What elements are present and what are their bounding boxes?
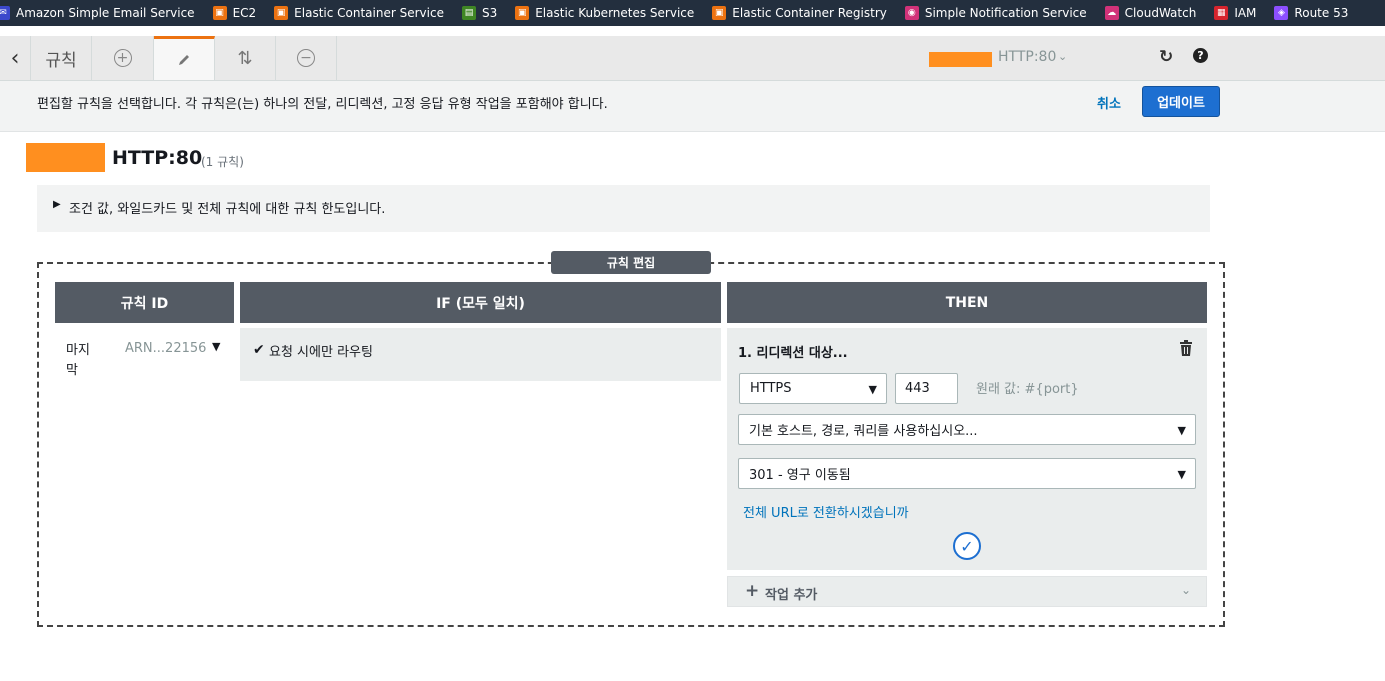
favorite-label: Amazon Simple Email Service: [16, 6, 195, 20]
favorite-cloudwatch[interactable]: ☁ CloudWatch: [1104, 0, 1197, 26]
favorite-label: IAM: [1234, 6, 1257, 20]
favorite-label: Route 53: [1294, 6, 1349, 20]
favorite-label: Elastic Container Service: [294, 6, 444, 20]
rule-arn[interactable]: ARN...22156: [125, 341, 206, 356]
chevron-left-icon: ‹: [10, 45, 20, 71]
checkmark-icon: ✔: [253, 342, 265, 358]
favorite-label: Simple Notification Service: [924, 6, 1087, 20]
disclosure-text: 조건 값, 와일드카드 및 전체 규칙에 대한 규칙 한도입니다.: [69, 202, 386, 217]
rule-edit-label: 규칙 편집: [551, 251, 711, 274]
favorite-s3[interactable]: ▤ S3: [461, 0, 498, 26]
add-action-button[interactable]: + 작업 추가 ⌄: [727, 576, 1207, 607]
add-rule-button[interactable]: +: [92, 36, 154, 80]
reorder-rules-button[interactable]: ⇅: [215, 36, 276, 80]
confirm-check-icon[interactable]: ✓: [953, 532, 981, 560]
original-value-hint: 원래 값: #{port}: [976, 382, 1079, 397]
plus-icon: +: [745, 581, 760, 601]
port-input[interactable]: 443: [895, 373, 958, 404]
rule-count: (1 규칙): [201, 155, 244, 169]
if-condition-cell: ✔ 요청 시에만 라우팅: [240, 328, 721, 381]
column-header-then: THEN: [727, 282, 1207, 323]
favorite-label: CloudWatch: [1124, 6, 1197, 20]
favorite-route53[interactable]: ◈ Route 53: [1274, 0, 1348, 26]
iam-icon: ▦: [1214, 6, 1229, 20]
route53-icon: ◈: [1274, 6, 1289, 20]
caret-down-icon: ▼: [1177, 424, 1186, 437]
switch-full-url-link[interactable]: 전체 URL로 전환하시겠습니까: [743, 502, 909, 521]
tab-rules[interactable]: 규칙: [31, 36, 92, 80]
protocol-select[interactable]: HTTPS ▼: [739, 373, 887, 404]
delete-rules-button[interactable]: −: [276, 36, 337, 80]
back-button[interactable]: ‹: [0, 36, 31, 80]
protocol-value: HTTPS: [750, 381, 792, 396]
refresh-icon[interactable]: ↻: [1159, 47, 1173, 67]
plus-circle-icon: +: [113, 49, 132, 67]
favorite-ec2[interactable]: ▣ EC2: [212, 0, 257, 26]
s3-icon: ▤: [461, 6, 476, 20]
favorites-bar: ✉ Amazon Simple Email Service ▣ EC2 ▣ Elast…: [0, 0, 1385, 26]
action-title: 1. 리디렉션 대상...: [738, 346, 848, 361]
then-action-cell: 1. 리디렉션 대상... HTTPS ▼ 443 원래 값: #{port} …: [727, 328, 1207, 570]
host-option-value: 기본 호스트, 경로, 쿼리를 사용하십시오...: [749, 424, 978, 439]
favorite-ecr[interactable]: ▣ Elastic Container Registry: [712, 0, 887, 26]
ec2-icon: ▣: [212, 6, 227, 20]
favorite-ecs[interactable]: ▣ Elastic Container Service: [274, 0, 444, 26]
favorite-label: Elastic Kubernetes Service: [535, 6, 695, 20]
favorite-label: EC2: [232, 6, 257, 20]
listener-selector[interactable]: HTTP:80: [998, 49, 1056, 65]
minus-circle-icon: −: [297, 49, 315, 67]
cancel-button[interactable]: 취소: [1097, 93, 1121, 112]
condition-text: 요청 시에만 라우팅: [269, 345, 373, 360]
favorite-eks[interactable]: ▣ Elastic Kubernetes Service: [515, 0, 694, 26]
cloudwatch-icon: ☁: [1104, 6, 1119, 20]
redacted-lb-name: [26, 143, 105, 172]
ses-icon: ✉: [0, 6, 10, 20]
sns-icon: ◉: [904, 6, 919, 20]
pencil-icon: [179, 54, 189, 65]
column-header-rule-id: 규칙 ID: [55, 282, 234, 323]
favorite-label: Elastic Container Registry: [732, 6, 887, 20]
info-message: 편집할 규칙을 선택합니다. 각 규칙은(는) 하나의 전달, 리디렉션, 고정…: [37, 97, 608, 112]
tab-rules-label: 규칙: [45, 50, 77, 71]
page-title: HTTP:80: [112, 147, 203, 169]
favorite-iam[interactable]: ▦ IAM: [1214, 0, 1256, 26]
caret-right-icon: ▶: [53, 199, 61, 210]
favorite-label: S3: [481, 6, 498, 20]
update-button[interactable]: 업데이트: [1142, 86, 1220, 117]
column-header-if: IF (모두 일치): [240, 282, 721, 323]
sort-arrows-icon: ⇅: [237, 47, 253, 69]
help-icon[interactable]: ?: [1193, 48, 1208, 63]
rule-limits-disclosure[interactable]: ▶ 조건 값, 와일드카드 및 전체 규칙에 대한 규칙 한도입니다.: [37, 185, 1210, 232]
chevron-down-icon[interactable]: ⌄: [1058, 50, 1067, 63]
rule-id-label: 마지막: [66, 343, 90, 378]
trash-icon[interactable]: [1179, 340, 1193, 356]
favorite-sns[interactable]: ◉ Simple Notification Service: [904, 0, 1087, 26]
rules-toolbar: ‹ 규칙 + ⇅ −: [0, 36, 1385, 81]
eks-icon: ▣: [515, 6, 530, 20]
add-action-label: 작업 추가: [765, 588, 818, 603]
caret-down-icon: ▼: [1177, 468, 1186, 481]
status-code-select[interactable]: 301 - 영구 이동됨 ▼: [738, 458, 1196, 489]
host-path-query-select[interactable]: 기본 호스트, 경로, 쿼리를 사용하십시오... ▼: [738, 414, 1196, 445]
status-code-value: 301 - 영구 이동됨: [749, 468, 851, 483]
redacted-lb-name: [929, 52, 992, 67]
ecr-icon: ▣: [712, 6, 727, 20]
ecs-icon: ▣: [274, 6, 289, 20]
caret-down-icon: ▼: [868, 383, 877, 396]
favorite-ses[interactable]: ✉ Amazon Simple Email Service: [0, 0, 195, 26]
edit-rules-button[interactable]: [154, 36, 215, 80]
caret-down-icon[interactable]: ▼: [212, 340, 220, 353]
chevron-down-icon: ⌄: [1181, 583, 1192, 597]
